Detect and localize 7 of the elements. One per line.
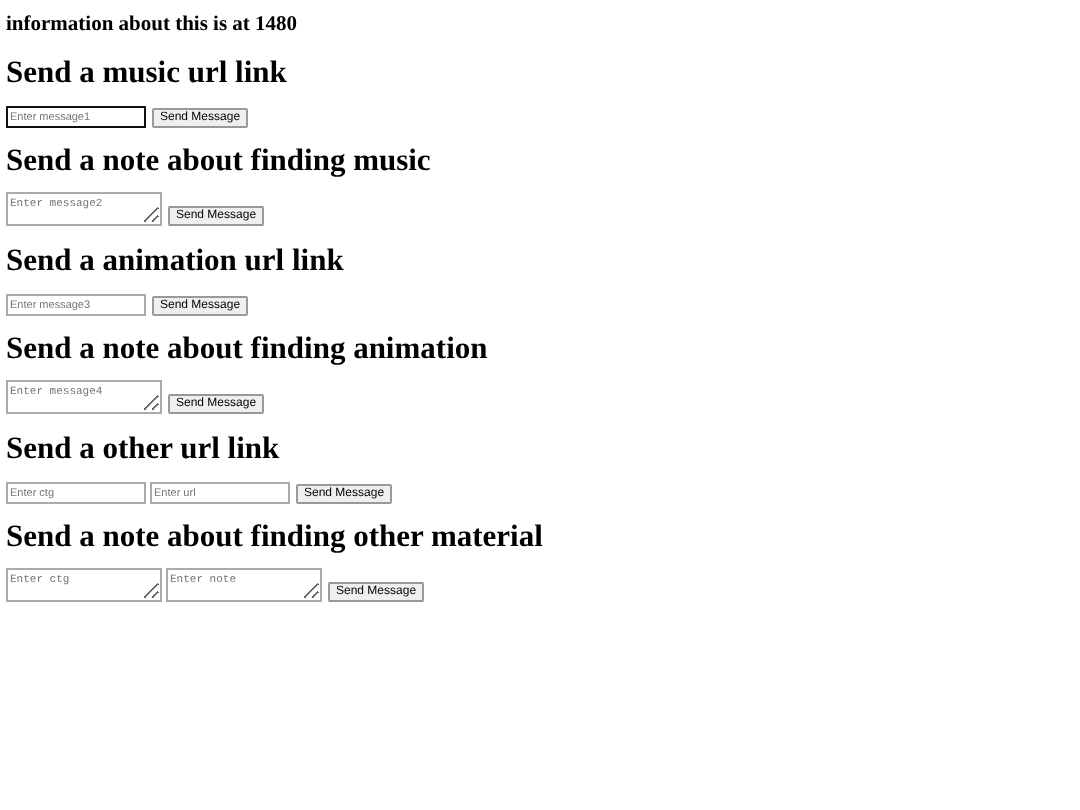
section-heading: Send a other url link [6, 432, 282, 468]
info-text: information about this is at 1480 [6, 12, 300, 40]
section-heading: Send a note about finding other material [6, 520, 545, 556]
section-heading: Send a note about finding music [6, 144, 433, 180]
section-heading: Send a animation url link [6, 244, 346, 280]
section-heading: Send a music url link [6, 56, 289, 92]
section-heading: Send a note about finding animation [6, 332, 490, 368]
